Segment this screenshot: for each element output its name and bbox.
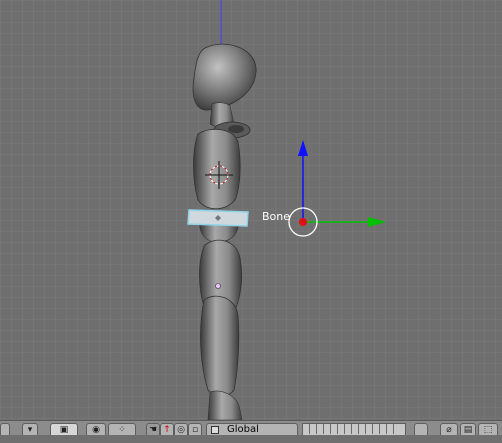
layer-12-button[interactable] (380, 424, 387, 434)
viewport-header: ▾ ▣ ◉ ⁘ ☚ ↑ ◎ ▫ Global ⌀ ▤ ⬚ (0, 420, 502, 435)
transform-orientation-value: Global (227, 424, 259, 435)
rotate-button[interactable]: ◎ (174, 423, 188, 435)
layer-buttons[interactable] (302, 423, 406, 435)
render-preview-button[interactable]: ⬚ (478, 423, 498, 435)
layer-2-button[interactable] (310, 424, 317, 434)
rotate-icon: ◎ (177, 425, 185, 435)
layer-7-button[interactable] (345, 424, 352, 434)
draw-type-icon: ◉ (92, 425, 100, 435)
scale-button[interactable]: ▫ (188, 423, 202, 435)
manipulator-hand-icon: ☚ (148, 425, 158, 435)
object-mode-icon: ▣ (59, 425, 69, 435)
render-preview-icon: ⬚ (483, 425, 493, 435)
object-origin-icon (299, 218, 307, 226)
layer-3-button[interactable] (317, 424, 324, 434)
scale-icon: ▫ (191, 425, 199, 435)
layer-8-button[interactable] (352, 424, 359, 434)
bone-name-label: Bone (262, 210, 291, 223)
view-menu-icon: ▾ (27, 425, 33, 435)
pivot-button[interactable]: ⁘ (108, 423, 136, 435)
transform-orientation-select[interactable]: Global (206, 423, 298, 435)
pivot-icon: ⁘ (118, 425, 126, 435)
layer-1-button[interactable] (303, 424, 310, 434)
layer-10-button[interactable] (366, 424, 373, 434)
layer-11-button[interactable] (373, 424, 380, 434)
viewport-canvas[interactable] (0, 0, 502, 420)
view-menu-button[interactable]: ▾ (22, 423, 38, 435)
object-mode-button[interactable]: ▣ (50, 423, 78, 435)
render-button[interactable]: ▤ (460, 423, 476, 435)
render-icon: ▤ (463, 425, 473, 435)
layer-4-button[interactable] (324, 424, 331, 434)
layer-13-button[interactable] (387, 424, 394, 434)
draw-type-button[interactable]: ◉ (86, 423, 106, 435)
manipulator-hand-button[interactable]: ☚ (146, 423, 160, 435)
orientation-icon (211, 426, 219, 434)
selected-bone[interactable] (187, 209, 249, 227)
snap-button[interactable]: ⌀ (440, 423, 458, 435)
translate-button[interactable]: ↑ (160, 423, 174, 435)
3d-viewport[interactable]: Bone (0, 0, 502, 420)
translate-icon: ↑ (163, 425, 171, 435)
layer-6-button[interactable] (338, 424, 345, 434)
layer-9-button[interactable] (359, 424, 366, 434)
snap-icon: ⌀ (446, 425, 452, 435)
header-toggle-button[interactable] (0, 423, 10, 435)
lock-layer-button[interactable] (414, 423, 428, 435)
layer-5-button[interactable] (331, 424, 338, 434)
